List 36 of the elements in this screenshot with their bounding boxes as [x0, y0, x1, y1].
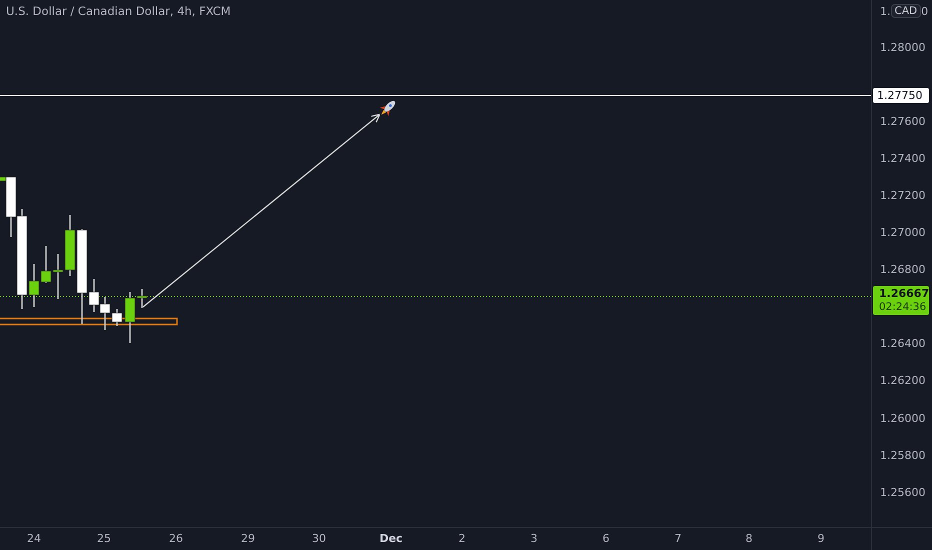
price-tick: 1.26400 — [880, 336, 926, 352]
time-tick: 2 — [458, 532, 466, 545]
price-tick: 1.27000 — [880, 225, 926, 241]
price-tick: 1.27400 — [880, 151, 926, 167]
currency-badge[interactable]: CAD — [890, 4, 922, 18]
target-price-label: 1.27750 — [873, 88, 929, 103]
price-tick: 1.26200 — [880, 373, 926, 389]
rocket-icon — [380, 100, 396, 116]
time-tick: Dec — [379, 532, 403, 545]
price-tick: 1. — [880, 4, 890, 18]
time-tick: 9 — [818, 532, 824, 545]
time-tick: 6 — [602, 532, 610, 545]
time-tick: 29 — [241, 532, 255, 545]
time-tick: 25 — [97, 532, 111, 545]
price-tick: 1.25600 — [880, 485, 926, 501]
time-tick: 7 — [674, 532, 682, 545]
time-tick: 24 — [27, 532, 41, 545]
time-tick: 3 — [530, 532, 538, 545]
last-price: 1.26667 — [878, 287, 929, 301]
rising-candle — [52, 254, 64, 299]
price-tick: 0 — [921, 4, 928, 18]
rising-candle — [40, 246, 52, 283]
time-tick: 30 — [312, 532, 326, 545]
support-zone[interactable] — [0, 318, 178, 326]
rising-candle — [28, 264, 40, 307]
chart-title: U.S. Dollar / Canadian Dollar, 4h, FXCM — [6, 4, 231, 18]
price-tick: 1.25800 — [880, 448, 926, 464]
rising-candle — [64, 215, 76, 276]
price-tick: 1.26800 — [880, 262, 926, 278]
price-tick: 1.27600 — [880, 114, 926, 130]
price-tick: 1.28000 — [880, 40, 926, 56]
price-tick: 1.26000 — [880, 411, 926, 427]
time-tick: 26 — [169, 532, 183, 545]
time-tick: 8 — [746, 532, 752, 545]
price-tick: 1.27200 — [880, 188, 926, 204]
bar-countdown: 02:24:36 — [878, 301, 928, 314]
